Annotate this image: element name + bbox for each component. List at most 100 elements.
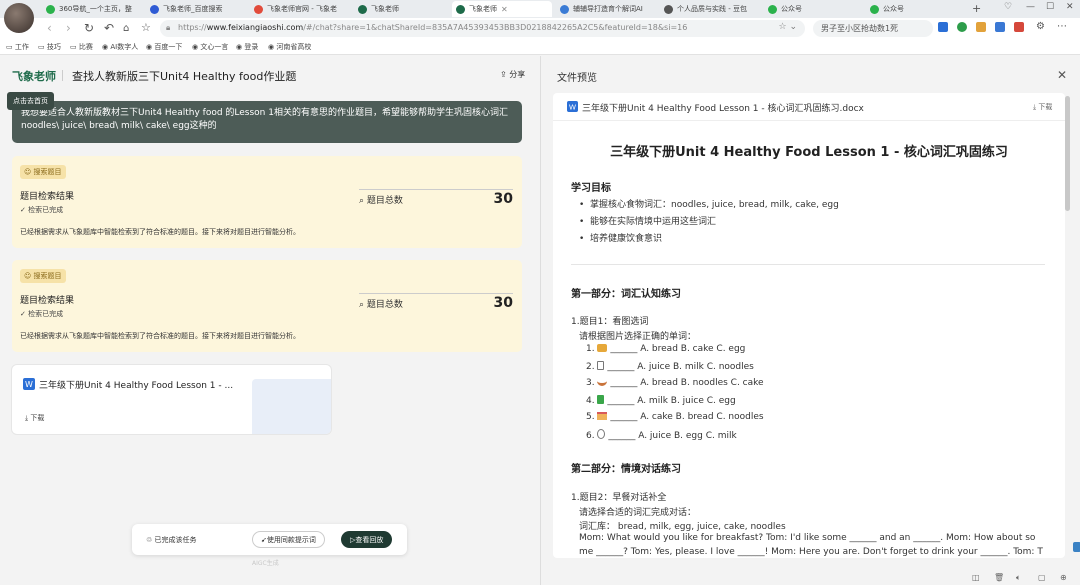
noodles-icon <box>597 378 608 386</box>
watermark: AIGC生成 <box>252 560 279 567</box>
avatar[interactable] <box>4 3 34 33</box>
tab-favicon-icon <box>768 4 777 14</box>
question-title: 1.题目1：看图选词 <box>571 317 649 327</box>
word-doc-icon: W <box>567 101 578 112</box>
bookmark-star-icon[interactable]: ☆ <box>141 21 151 34</box>
bookmark-item[interactable]: ◉ 文心一言 <box>192 42 228 52</box>
total-label: ⌕ 题目总数 <box>359 300 403 310</box>
share-button[interactable]: ⇪ 分享 <box>500 69 525 80</box>
document-title: 三年级下册Unit 4 Healthy Food Lesson 1 - 核心词汇… <box>610 145 1008 160</box>
extension-icon[interactable] <box>976 22 986 32</box>
divider <box>359 293 513 294</box>
file-name: 三年级下册Unit 4 Healthy Food Lesson 1 - ... <box>39 381 234 391</box>
divider <box>62 70 63 81</box>
total-count: 30 <box>493 295 513 311</box>
bookmark-item[interactable]: ◉ AI数字人 <box>102 42 138 52</box>
maximize-icon[interactable]: ☐ <box>1046 2 1054 12</box>
close-icon[interactable]: ✕ <box>1057 68 1067 82</box>
divider <box>571 264 1045 265</box>
file-card[interactable]: W 三年级下册Unit 4 Healthy Food Lesson 1 - ..… <box>11 364 332 435</box>
status-icon[interactable]: ◫ <box>972 573 980 582</box>
extension-icon[interactable] <box>1014 22 1024 32</box>
page-title: 查找人教新版三下Unit4 Healthy food作业题 <box>72 70 297 83</box>
bookmark-item[interactable]: ▭ 技巧 <box>38 42 61 52</box>
browser-tab[interactable]: 公众号 <box>866 1 966 17</box>
undo-icon[interactable]: ↶ <box>104 21 114 35</box>
minimize-icon[interactable]: — <box>1026 2 1035 12</box>
bread-icon <box>597 344 608 352</box>
cake-icon <box>597 412 608 420</box>
user-message: 我想要适合人教新版教材三下Unit4 Healthy food 的Lesson … <box>12 101 522 143</box>
settings-icon[interactable]: ⚙ <box>1036 21 1045 32</box>
extension-icon[interactable] <box>957 22 967 32</box>
browser-tab[interactable]: 公众号 <box>764 1 864 17</box>
task-bottom-bar: ♲ 已完成该任务 ➹ 使用同款提示词 ▷ 查看回放 <box>132 524 407 555</box>
address-bar[interactable]: 🔒︎ https://www.feixiangiaoshi.com/#/chat… <box>160 20 805 37</box>
browser-tab[interactable]: 辅辅导打造育个解词AI <box>556 1 656 17</box>
download-button[interactable]: ⤓ 下载 <box>25 413 44 423</box>
bookmark-item[interactable]: ▭ 比赛 <box>70 42 93 52</box>
task-icon: ♲ <box>146 536 155 544</box>
view-replay-button[interactable]: ▷ 查看回放 <box>341 531 393 548</box>
more-icon[interactable]: ⋯ <box>1057 21 1067 32</box>
search-icon: ⌕ <box>359 196 367 206</box>
question-item: 5. ______ A. cake B. bread C. noodles <box>586 412 764 422</box>
bookmark-item[interactable]: ◉ 河南省高校 <box>268 42 311 52</box>
favorite-icon[interactable]: ☆ ⌄ <box>779 22 797 32</box>
bookmark-item[interactable]: ▭ 工作 <box>6 42 29 52</box>
new-tab-icon[interactable]: + <box>972 2 981 15</box>
reload-icon[interactable]: ↻ <box>84 21 94 35</box>
tab-close-icon[interactable]: ✕ <box>501 5 508 14</box>
trash-icon[interactable]: 🗑︎ <box>994 573 1004 582</box>
tab-favicon-icon <box>664 4 673 14</box>
home-icon[interactable]: ⌂ <box>123 23 129 34</box>
window-close-icon[interactable]: ✕ <box>1066 2 1074 12</box>
window-icon[interactable]: ▢ <box>1038 573 1046 582</box>
result-title: 题目检索结果 <box>20 192 75 202</box>
browser-tab[interactable]: 飞象老师官网 - 飞象老 <box>250 1 350 17</box>
tab-favicon-icon <box>150 4 159 14</box>
side-float-button[interactable] <box>1073 542 1080 552</box>
question-item: 3. ______ A. bread B. noodles C. cake <box>586 378 764 388</box>
browser-tab-active[interactable]: 飞象老师 ✕ <box>452 1 552 17</box>
lock-icon: 🔒︎ <box>166 23 171 32</box>
browser-search-box[interactable]: 男子至小区抢劫数1死 <box>813 20 933 37</box>
question-item: 4. ______ A. milk B. juice C. egg <box>586 395 736 406</box>
download-button[interactable]: ⤓ 下载 <box>1033 102 1052 112</box>
browser-menu-icon[interactable]: ♡ <box>1004 2 1012 12</box>
browser-tab[interactable]: 飞象老师_百度搜索 <box>146 1 246 17</box>
bullet-item: • 能够在实际情境中运用这些词汇 <box>579 217 717 227</box>
forward-icon[interactable]: › <box>66 21 71 35</box>
address-url: https://www.feixiangiaoshi.com/#/chat?sh… <box>178 23 688 32</box>
question-item: 2. ______ A. juice B. milk C. noodles <box>586 361 754 372</box>
browser-tab[interactable]: 飞象老师 <box>354 1 450 17</box>
search-status: ✓ 检索已完成 <box>20 310 64 318</box>
word-bank: 词汇库： bread, milk, egg, juice, cake, nood… <box>579 522 786 532</box>
search-badge: ☺ 搜索题目 <box>20 269 66 283</box>
bullet-item: • 掌握核心食物词汇：noodles, juice, bread, milk, … <box>579 200 839 210</box>
use-prompt-button[interactable]: ➹ 使用同款提示词 <box>252 531 325 548</box>
bookmark-item[interactable]: ◉ 登录 <box>236 42 258 52</box>
check-icon: ✓ <box>20 206 29 214</box>
dialogue-line: Mom: What would you like for breakfast? … <box>579 533 1036 543</box>
extension-grid-icon[interactable] <box>938 22 948 32</box>
juice-icon <box>597 395 605 404</box>
bullet-item: • 培养健康饮食意识 <box>579 234 663 244</box>
file-preview-panel: 文件预览 ✕ W 三年级下册Unit 4 Healthy Food Lesson… <box>540 56 1080 585</box>
question-title: 1.题目2：早餐对话补全 <box>571 493 667 503</box>
volume-icon[interactable]: 🔈︎ <box>1016 573 1021 583</box>
result-title: 题目检索结果 <box>20 296 75 306</box>
logo[interactable]: 飞象老师 <box>12 68 56 84</box>
browser-nav-bar: ‹ › ↻ ↶ ⌂ ☆ 🔒︎ https://www.feixiangiaosh… <box>0 18 1080 39</box>
browser-tab[interactable]: 360导航_一个主页，整 <box>42 1 142 17</box>
word-doc-icon: W <box>23 378 35 390</box>
tab-favicon-icon <box>46 4 55 14</box>
zoom-icon[interactable]: ⊕ <box>1060 573 1067 582</box>
back-icon[interactable]: ‹ <box>47 21 52 35</box>
bookmark-item[interactable]: ◉ 百度一下 <box>146 42 182 52</box>
section-heading: 第二部分：情境对话练习 <box>571 464 681 475</box>
browser-tab[interactable]: 个人品质与实践 - 豆包 <box>660 1 760 17</box>
total-count: 30 <box>493 191 513 207</box>
extension-icon[interactable] <box>995 22 1005 32</box>
preview-scrollbar[interactable] <box>1065 96 1070 211</box>
